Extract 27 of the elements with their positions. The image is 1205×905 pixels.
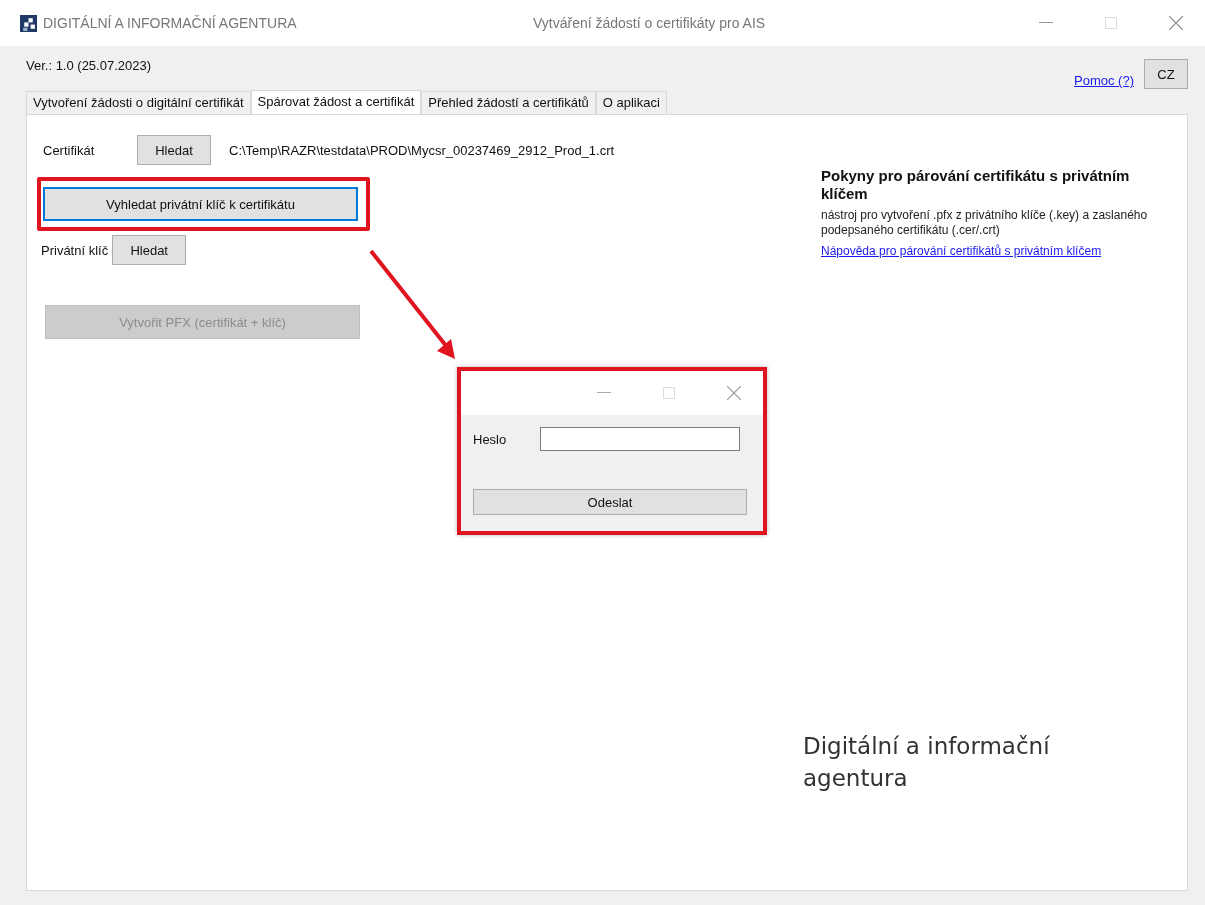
language-button[interactable]: CZ: [1144, 59, 1188, 89]
window-title: DIGITÁLNÍ A INFORMAČNÍ AGENTURA: [43, 15, 298, 31]
window-subtitle: Vytváření žádostí o certifikáty pro AIS: [533, 15, 766, 31]
close-icon[interactable]: [1169, 16, 1183, 30]
browse-button[interactable]: Hledat: [137, 135, 211, 165]
find-key-button[interactable]: Vyhledat privátní klíč k certifikátu: [43, 187, 358, 221]
certificate-label: Certifikát: [43, 142, 96, 158]
browse-button[interactable]: Hledat: [112, 235, 187, 265]
tab[interactable]: O aplikaci: [595, 91, 667, 114]
brand-text: Digitální a informační agentura: [803, 732, 1051, 793]
instructions-text: nástroj pro vytvoření .pfx z privátního klíče (.key) a zaslaného podepsaného certifikátu (.cer/.crt): [821, 208, 1149, 238]
instructions-heading: Pokyny pro párování certifikátu s privátním klíčem: [821, 167, 1131, 203]
minimize-icon[interactable]: [597, 392, 611, 394]
help-link[interactable]: Pomoc (?): [1074, 72, 1134, 88]
password-label: Heslo: [473, 431, 507, 447]
close-icon[interactable]: [727, 386, 741, 400]
tab[interactable]: Spárovat žádost a certifikát: [250, 90, 422, 115]
version-label: Ver.: 1.0 (25.07.2023): [26, 58, 152, 73]
tab[interactable]: Přehled žádostí a certifikátů: [421, 91, 596, 114]
instructions-link[interactable]: Nápověda pro párování certifikátů s privátním klíčem: [821, 244, 1167, 259]
certificate-path: C:\Temp\RAZR\testdata\PROD\Mycsr_00237469_2912_Prod_1.crt: [229, 142, 615, 158]
password-field[interactable]: [540, 427, 741, 451]
submit-button[interactable]: Odeslat: [473, 489, 747, 515]
private-key-label: Privátní klíč: [41, 242, 109, 258]
logo-icon: [20, 14, 37, 32]
tab[interactable]: Vytvoření žádosti o digitální certifikát: [26, 91, 251, 114]
minimize-icon[interactable]: [1039, 22, 1053, 24]
